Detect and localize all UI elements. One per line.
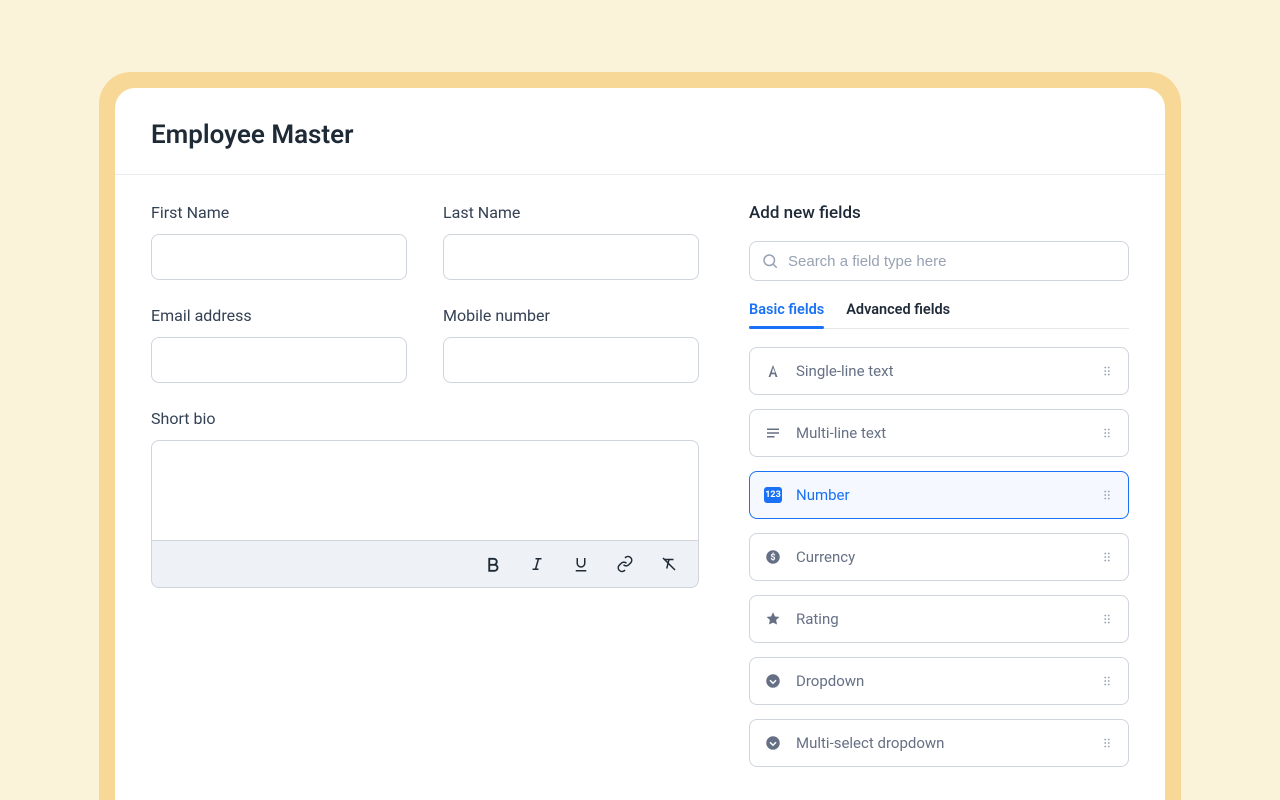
field-item-label: Single-line text (796, 362, 1086, 380)
123-icon: 123 (764, 486, 782, 504)
last-name-label: Last Name (443, 203, 699, 222)
field-item-dropdown[interactable]: Dropdown (749, 657, 1129, 705)
page-title: Employee Master (151, 120, 1129, 150)
drag-handle-icon[interactable] (1100, 612, 1114, 626)
tab-basic-fields[interactable]: Basic fields (749, 301, 824, 328)
field-item-number[interactable]: 123 Number (749, 471, 1129, 519)
currency-icon: $ (764, 548, 782, 566)
panel-title: Add new fields (749, 203, 1129, 223)
bio-textarea[interactable] (151, 440, 699, 540)
field-item-label: Multi-select dropdown (796, 734, 1086, 752)
field-tabs: Basic fields Advanced fields (749, 301, 1129, 329)
svg-text:$: $ (770, 552, 775, 563)
lines-icon (764, 424, 782, 442)
italic-button[interactable] (526, 553, 548, 575)
bio-label: Short bio (151, 409, 699, 428)
field-item-single-line-text[interactable]: Single-line text (749, 347, 1129, 395)
last-name-input[interactable] (443, 234, 699, 280)
first-name-label: First Name (151, 203, 407, 222)
search-input[interactable] (749, 241, 1129, 281)
drag-handle-icon[interactable] (1100, 488, 1114, 502)
field-palette: Add new fields Basic fields Advanced fie… (735, 175, 1165, 800)
field-item-rating[interactable]: Rating (749, 595, 1129, 643)
first-name-input[interactable] (151, 234, 407, 280)
star-icon (764, 610, 782, 628)
field-item-multi-select-dropdown[interactable]: Multi-select dropdown (749, 719, 1129, 767)
chevcirc-icon (764, 734, 782, 752)
field-item-label: Dropdown (796, 672, 1086, 690)
mobile-input[interactable] (443, 337, 699, 383)
drag-handle-icon[interactable] (1100, 550, 1114, 564)
email-label: Email address (151, 306, 407, 325)
field-item-label: Number (796, 486, 1086, 504)
search-icon (761, 252, 779, 270)
field-item-label: Currency (796, 548, 1086, 566)
drag-handle-icon[interactable] (1100, 364, 1114, 378)
mobile-label: Mobile number (443, 306, 699, 325)
form-canvas: First Name Last Name Email address (115, 175, 735, 800)
field-item-label: Multi-line text (796, 424, 1086, 442)
clear-format-button[interactable] (658, 553, 680, 575)
tab-advanced-fields[interactable]: Advanced fields (846, 301, 950, 328)
text-a-icon (764, 362, 782, 380)
underline-button[interactable] (570, 553, 592, 575)
field-item-label: Rating (796, 610, 1086, 628)
drag-handle-icon[interactable] (1100, 736, 1114, 750)
link-button[interactable] (614, 553, 636, 575)
field-item-currency[interactable]: $ Currency (749, 533, 1129, 581)
drag-handle-icon[interactable] (1100, 426, 1114, 440)
form-builder-window: Employee Master First Name Last Name (115, 88, 1165, 800)
field-list: Single-line text Multi-line text 123 Number… (749, 347, 1129, 767)
chevcirc-icon (764, 672, 782, 690)
rte-toolbar (151, 540, 699, 588)
field-item-multi-line-text[interactable]: Multi-line text (749, 409, 1129, 457)
drag-handle-icon[interactable] (1100, 674, 1114, 688)
bold-button[interactable] (482, 553, 504, 575)
email-input[interactable] (151, 337, 407, 383)
